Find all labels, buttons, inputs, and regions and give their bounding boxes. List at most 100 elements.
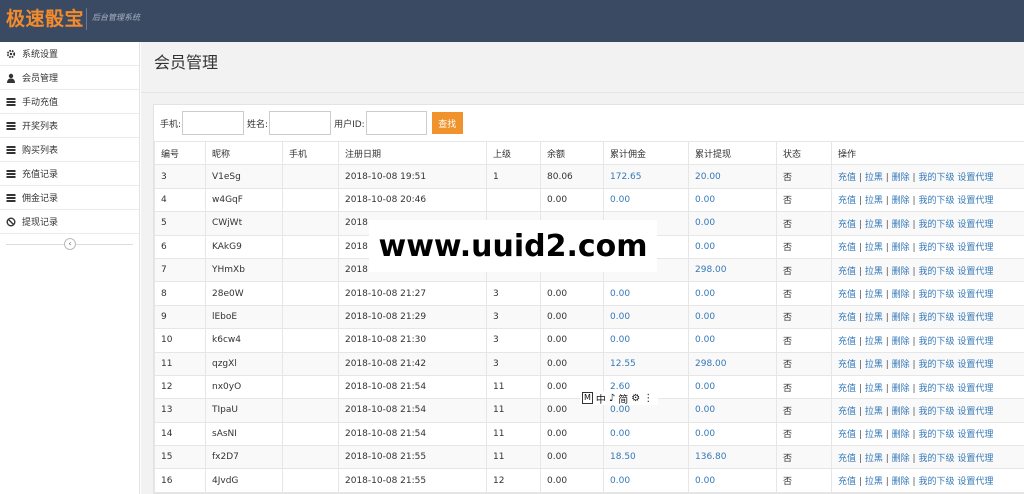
blacklist-link[interactable]: 拉黑 [865,220,883,230]
recharge-link[interactable]: 充值 [838,477,856,487]
ime-language-toggle[interactable]: 中 [596,391,606,406]
recharge-link[interactable]: 充值 [838,384,856,394]
sidebar-collapse-button[interactable]: ‹ [64,238,76,250]
sidebar-item-member-management[interactable]: 会员管理 [0,66,139,90]
delete-link[interactable]: 删除 [892,454,910,464]
ime-punctuation-icon[interactable]: ♪ [609,393,615,404]
subordinates-link[interactable]: 我的下级 [918,173,954,183]
search-button[interactable]: 查找 [431,112,463,134]
recharge-link[interactable]: 充值 [838,337,856,347]
sidebar-item-purchase-list[interactable]: 购买列表 [0,138,139,162]
subordinates-link[interactable]: 我的下级 [918,337,954,347]
set-agent-link[interactable]: 设置代理 [957,243,993,253]
table-cell: 0.00 [540,421,604,447]
ime-more-icon[interactable]: ⋮ [643,393,653,404]
table-cell: 2018-10-08 20:46 [338,187,487,213]
subordinates-link[interactable]: 我的下级 [918,430,954,440]
delete-link[interactable]: 删除 [892,173,910,183]
blacklist-link[interactable]: 拉黑 [865,430,883,440]
recharge-link[interactable]: 充值 [838,454,856,464]
recharge-link[interactable]: 充值 [838,290,856,300]
delete-link[interactable]: 删除 [892,267,910,277]
recharge-link[interactable]: 充值 [838,173,856,183]
recharge-link[interactable]: 充值 [838,360,856,370]
recharge-link[interactable]: 充值 [838,243,856,253]
set-agent-link[interactable]: 设置代理 [957,267,993,277]
sidebar-item-system-settings[interactable]: 系统设置 [0,42,139,66]
recharge-link[interactable]: 充值 [838,407,856,417]
subordinates-link[interactable]: 我的下级 [918,290,954,300]
delete-link[interactable]: 删除 [892,243,910,253]
subordinates-link[interactable]: 我的下级 [918,313,954,323]
set-agent-link[interactable]: 设置代理 [957,407,993,417]
subordinates-link[interactable]: 我的下级 [918,243,954,253]
ime-toolbar[interactable]: M 中 ♪ 简 ⚙ ⋮ [580,391,659,406]
subordinates-link[interactable]: 我的下级 [918,196,954,206]
user-id-input[interactable] [365,111,427,135]
subordinates-link[interactable]: 我的下级 [918,407,954,417]
recharge-link[interactable]: 充值 [838,313,856,323]
recharge-link[interactable]: 充值 [838,220,856,230]
subordinates-link[interactable]: 我的下级 [918,220,954,230]
name-input[interactable] [269,111,332,135]
delete-link[interactable]: 删除 [892,430,910,440]
blacklist-link[interactable]: 拉黑 [865,313,883,323]
delete-link[interactable]: 删除 [892,477,910,487]
blacklist-link[interactable]: 拉黑 [865,337,883,347]
delete-link[interactable]: 删除 [892,220,910,230]
blacklist-link[interactable]: 拉黑 [865,360,883,370]
subordinates-link[interactable]: 我的下级 [918,267,954,277]
subordinates-link[interactable]: 我的下级 [918,454,954,464]
delete-link[interactable]: 删除 [892,360,910,370]
recharge-link[interactable]: 充值 [838,430,856,440]
recharge-link[interactable]: 充值 [838,196,856,206]
subordinates-link[interactable]: 我的下级 [918,360,954,370]
sidebar-item-draw-list[interactable]: 开奖列表 [0,114,139,138]
set-agent-link[interactable]: 设置代理 [957,360,993,370]
ime-settings-icon[interactable]: ⚙ [631,393,640,404]
delete-link[interactable]: 删除 [892,290,910,300]
delete-link[interactable]: 删除 [892,313,910,323]
blacklist-link[interactable]: 拉黑 [865,454,883,464]
blacklist-link[interactable]: 拉黑 [865,477,883,487]
delete-link[interactable]: 删除 [892,337,910,347]
subordinates-link[interactable]: 我的下级 [918,384,954,394]
set-agent-link[interactable]: 设置代理 [957,337,993,347]
blacklist-link[interactable]: 拉黑 [865,407,883,417]
sidebar-item-recharge-records[interactable]: 充值记录 [0,162,139,186]
recharge-link[interactable]: 充值 [838,267,856,277]
set-agent-link[interactable]: 设置代理 [957,220,993,230]
sidebar-item-manual-recharge[interactable]: 手动充值 [0,90,139,114]
sidebar-item-label: 开奖列表 [22,122,59,132]
delete-link[interactable]: 删除 [892,384,910,394]
set-agent-link[interactable]: 设置代理 [957,384,993,394]
set-agent-link[interactable]: 设置代理 [957,430,993,440]
table-cell: 0.00 [688,421,777,447]
row-actions: 充值 | 拉黑 | 删除 | 我的下级 设置代理 [831,398,1024,423]
brand-logo-text[interactable]: 极速骰宝 [6,6,84,32]
set-agent-link[interactable]: 设置代理 [957,196,993,206]
set-agent-link[interactable]: 设置代理 [957,290,993,300]
set-agent-link[interactable]: 设置代理 [957,477,993,487]
blacklist-link[interactable]: 拉黑 [865,243,883,253]
blacklist-link[interactable]: 拉黑 [865,290,883,300]
blacklist-link[interactable]: 拉黑 [865,196,883,206]
blacklist-link[interactable]: 拉黑 [865,267,883,277]
ime-simplified-toggle[interactable]: 简 [618,391,628,406]
set-agent-link[interactable]: 设置代理 [957,313,993,323]
blacklist-link[interactable]: 拉黑 [865,384,883,394]
sidebar-item-withdraw-records[interactable]: 提现记录 [0,210,139,234]
delete-link[interactable]: 删除 [892,407,910,417]
sidebar-item-commission-records[interactable]: 佣金记录 [0,186,139,210]
set-agent-link[interactable]: 设置代理 [957,173,993,183]
subordinates-link[interactable]: 我的下级 [918,477,954,487]
ime-mode-icon[interactable]: M [582,392,593,404]
search-bar: 手机: 姓名: 用户ID: 查找 [160,111,463,135]
table-cell [282,421,339,447]
table-cell [282,468,339,493]
blacklist-link[interactable]: 拉黑 [865,173,883,183]
set-agent-link[interactable]: 设置代理 [957,454,993,464]
top-header: 极速骰宝 后台管理系统 [0,0,1024,42]
phone-input[interactable] [182,111,245,135]
delete-link[interactable]: 删除 [892,196,910,206]
